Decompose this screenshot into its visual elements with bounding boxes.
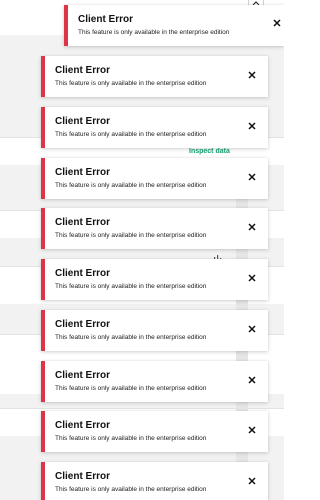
- toast-message: This feature is only available in the en…: [78, 29, 230, 36]
- close-icon[interactable]: [247, 473, 257, 485]
- close-icon[interactable]: [247, 270, 257, 282]
- close-icon[interactable]: [247, 372, 257, 384]
- error-toast: Client Error This feature is only availa…: [41, 310, 268, 351]
- toast-title: Client Error: [55, 167, 111, 178]
- toast-title: Client Error: [55, 370, 111, 381]
- error-toast: Client Error This feature is only availa…: [41, 259, 268, 300]
- toast-message: This feature is only available in the en…: [55, 435, 207, 442]
- error-toast: Client Error This feature is only availa…: [41, 411, 268, 452]
- toast-title: Client Error: [55, 420, 111, 431]
- close-icon[interactable]: [247, 118, 257, 130]
- close-icon[interactable]: [247, 321, 257, 333]
- toast-message: This feature is only available in the en…: [55, 131, 207, 138]
- toast-message: This feature is only available in the en…: [55, 334, 207, 341]
- toast-message: This feature is only available in the en…: [55, 232, 207, 239]
- toast-title: Client Error: [55, 116, 111, 127]
- inspect-data-link[interactable]: Inspect data: [189, 148, 230, 155]
- toast-title: Client Error: [55, 471, 111, 482]
- toast-message: This feature is only available in the en…: [55, 182, 207, 189]
- close-icon[interactable]: [272, 15, 282, 27]
- close-icon[interactable]: [247, 219, 257, 231]
- toast-message: This feature is only available in the en…: [55, 283, 207, 290]
- close-icon[interactable]: [247, 422, 257, 434]
- toast-title: Client Error: [55, 268, 111, 279]
- error-toast: Client Error This feature is only availa…: [41, 158, 268, 199]
- toast-title: Client Error: [55, 319, 111, 330]
- error-toast: Client Error This feature is only availa…: [41, 107, 268, 148]
- toast-message: This feature is only available in the en…: [55, 486, 207, 493]
- error-toast: Client Error This feature is only availa…: [41, 56, 268, 97]
- close-icon[interactable]: [247, 67, 257, 79]
- error-toast: Client Error This feature is only availa…: [41, 462, 268, 500]
- toast-message: This feature is only available in the en…: [55, 80, 207, 87]
- app-page: Inspect data Client Error This feature i…: [0, 0, 284, 500]
- toast-message: This feature is only available in the en…: [55, 385, 207, 392]
- toast-title: Client Error: [55, 65, 111, 76]
- bar-chart-icon[interactable]: [213, 249, 223, 262]
- error-toast: Client Error This feature is only availa…: [64, 5, 284, 46]
- toast-title: Client Error: [55, 217, 111, 228]
- toast-title: Client Error: [78, 14, 134, 25]
- error-toast: Client Error This feature is only availa…: [41, 361, 268, 402]
- close-icon[interactable]: [247, 169, 257, 181]
- error-toast: Client Error This feature is only availa…: [41, 208, 268, 249]
